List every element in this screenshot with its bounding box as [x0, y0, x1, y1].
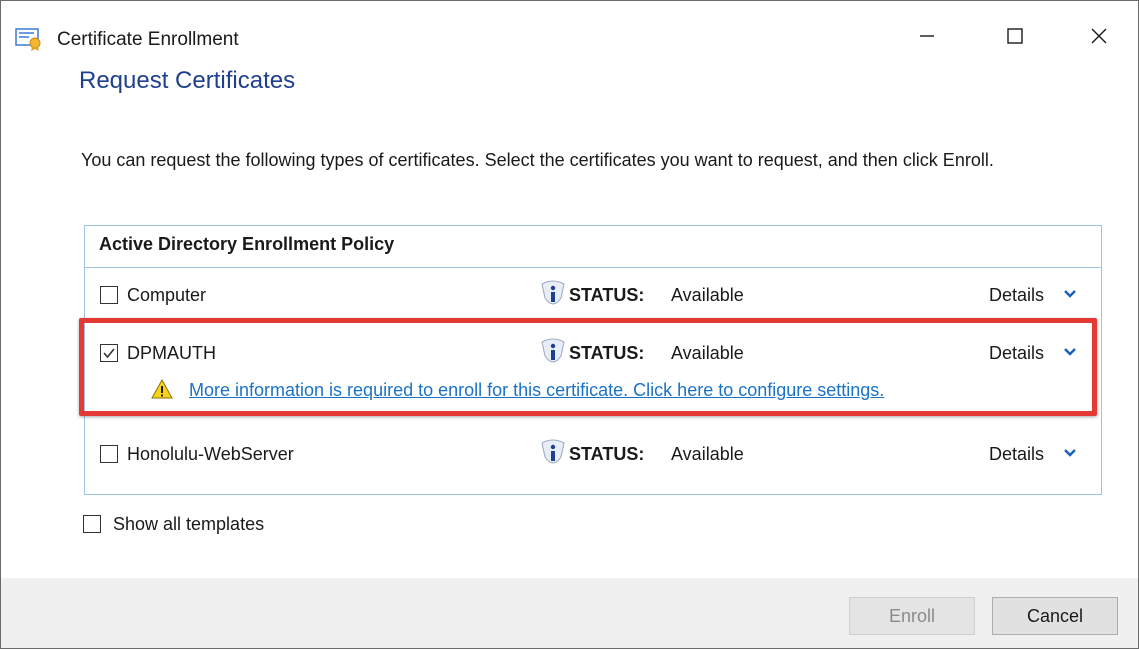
- close-button[interactable]: [1075, 19, 1123, 53]
- show-all-templates-checkbox[interactable]: [83, 515, 101, 533]
- computer-checkbox[interactable]: [100, 286, 118, 304]
- policy-divider: [85, 267, 1101, 268]
- title-bar: Certificate Enrollment: [1, 1, 1138, 53]
- honolulu-webserver-checkbox[interactable]: [100, 445, 118, 463]
- chevron-down-icon[interactable]: [1063, 446, 1077, 460]
- close-icon: [1091, 28, 1107, 44]
- info-icon: [539, 280, 567, 310]
- details-link[interactable]: Details: [989, 285, 1044, 306]
- info-icon: [539, 439, 567, 469]
- show-all-templates-label: Show all templates: [113, 514, 265, 534]
- chevron-down-icon[interactable]: [1063, 287, 1077, 301]
- status-value: Available: [671, 285, 744, 305]
- status-value: Available: [671, 444, 744, 464]
- policy-header: Active Directory Enrollment Policy: [99, 234, 395, 254]
- window-title: Certificate Enrollment: [57, 29, 239, 50]
- certificate-name: Honolulu-WebServer: [127, 444, 294, 464]
- certificate-name: Computer: [127, 285, 207, 305]
- dialog-footer: Enroll Cancel: [1, 578, 1138, 648]
- certificate-row-honolulu-webserver: Honolulu-WebServer STATUS: Available Det…: [85, 433, 1101, 477]
- details-link[interactable]: Details: [989, 444, 1044, 465]
- minimize-icon: [920, 35, 934, 37]
- certificate-icon: [15, 27, 45, 51]
- intro-text: You can request the following types of c…: [81, 150, 994, 170]
- certificate-row-computer: Computer STATUS: Available Details: [85, 274, 1101, 318]
- status-label: STATUS:: [569, 285, 645, 305]
- page-title: Request Certificates: [79, 67, 296, 94]
- status-label: STATUS:: [569, 444, 645, 464]
- minimize-button[interactable]: [903, 19, 951, 53]
- maximize-button[interactable]: [991, 19, 1039, 53]
- certificate-enrollment-window: Certificate Enrollment Request Certifica…: [0, 0, 1139, 649]
- cancel-button[interactable]: Cancel: [992, 597, 1118, 635]
- highlight-box: [79, 318, 1097, 416]
- maximize-icon: [1007, 28, 1023, 44]
- enroll-button[interactable]: Enroll: [849, 597, 975, 635]
